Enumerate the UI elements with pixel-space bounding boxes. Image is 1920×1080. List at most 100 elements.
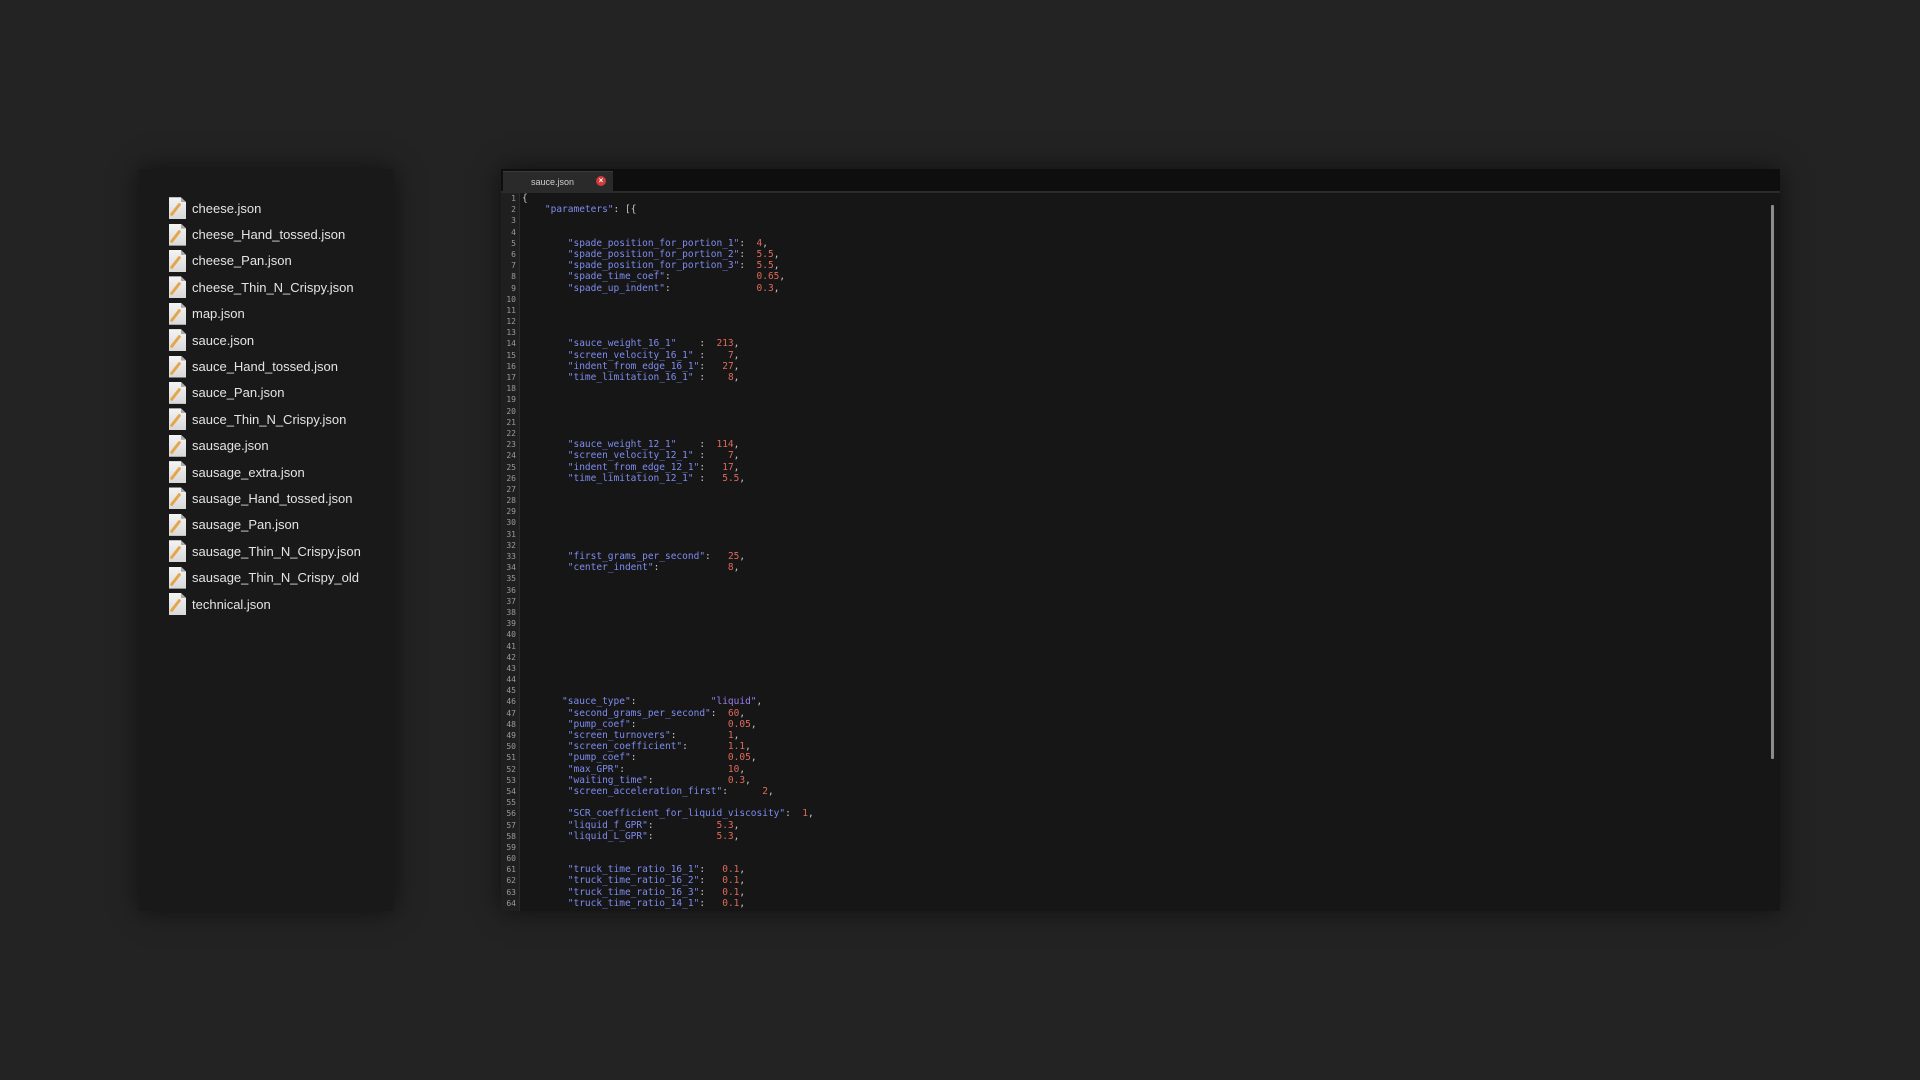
line-number: 32 — [506, 540, 516, 550]
file-name: cheese_Pan.json — [192, 253, 292, 269]
line-number: 20 — [506, 406, 516, 416]
line-number: 58 — [506, 831, 516, 841]
line-number: 4 — [511, 227, 516, 237]
file-item[interactable]: sauce_Hand_tossed.json — [169, 353, 361, 379]
file-item[interactable]: sauce_Pan.json — [169, 380, 361, 406]
file-item[interactable]: sausage_Pan.json — [169, 512, 361, 538]
code-area[interactable]: { "parameters": [{ "spade_position_for_p… — [522, 193, 1762, 911]
code-line: "screen_velocity_16_1" : 7, — [567, 349, 740, 361]
line-number: 35 — [506, 574, 516, 584]
file-item[interactable]: sausage_extra.json — [169, 459, 361, 485]
vertical-scrollbar[interactable] — [1771, 205, 1774, 759]
file-item[interactable]: sauce_Thin_N_Crispy.json — [169, 406, 361, 432]
line-number: 37 — [506, 596, 516, 606]
line-number: 29 — [506, 507, 516, 517]
file-name: cheese_Hand_tossed.json — [192, 227, 346, 243]
file-icon — [169, 487, 186, 510]
file-item[interactable]: sauce.json — [169, 327, 361, 353]
code-line: "SCR_coefficient_for_liquid_viscosity": … — [567, 808, 814, 820]
file-icon — [169, 566, 186, 589]
line-number: 18 — [506, 384, 516, 394]
line-number-gutter: 1 2 3 4 5 6 7 8 9 10 11 12 13 14 15 16 17 18 19 20 21 22 23 24 2… — [501, 193, 520, 911]
code-line: "liquid_L_GPR": 5.3, — [567, 830, 740, 842]
file-item[interactable]: sausage_Thin_N_Crispy.json — [169, 538, 361, 564]
line-number: 33 — [506, 552, 516, 561]
file-name: sausage.json — [192, 438, 269, 454]
file-item[interactable]: cheese_Pan.json — [169, 248, 361, 274]
code-line: "pump_coef": 0.05, — [567, 718, 757, 730]
line-number: 53 — [506, 775, 516, 785]
line-number: 39 — [506, 619, 516, 629]
line-number: 7 — [511, 261, 516, 271]
line-number: 34 — [506, 563, 516, 573]
tab-sauce-json[interactable]: sauce.json × — [503, 171, 613, 191]
file-name: sausage_extra.json — [192, 464, 305, 480]
code-line: "pump_coef": 0.05, — [567, 752, 757, 764]
file-name: technical.json — [192, 596, 271, 612]
file-item[interactable]: cheese.json — [169, 195, 361, 221]
code-editor: sauce.json × 1 2 3 4 5 6 7 8 9 10 11 12 13 14 15 16 17 18… — [501, 169, 1780, 911]
line-number: 43 — [506, 663, 516, 673]
line-number: 65 — [501, 909, 519, 911]
file-item[interactable]: cheese_Hand_tossed.json — [169, 221, 361, 247]
line-number: 1 — [511, 194, 516, 203]
file-icon — [169, 513, 186, 536]
line-number: 17 — [506, 373, 516, 382]
tab-label: sauce.json — [531, 176, 575, 187]
line-number: 42 — [506, 652, 516, 662]
line-number: 9 — [511, 283, 516, 293]
line-number: 5 — [511, 238, 516, 248]
line-number: 64 — [506, 898, 516, 908]
file-item[interactable]: sausage.json — [169, 433, 361, 459]
line-number: 21 — [506, 417, 516, 427]
file-item[interactable]: sausage_Thin_N_Crispy_old — [169, 564, 361, 590]
code-line: "indent_from_edge_16_1": 27, — [567, 360, 740, 372]
line-number: 51 — [506, 753, 516, 763]
code-line: "spade_up_indent": 0.3, — [567, 282, 780, 294]
line-number: 40 — [506, 630, 516, 640]
file-icon — [169, 329, 186, 352]
code-line: "time_limitation_16_1" : 8, — [567, 372, 740, 383]
code-line: "indent_from_edge_12_1": 17, — [567, 461, 740, 473]
line-number: 26 — [506, 473, 516, 483]
close-icon[interactable]: × — [596, 176, 606, 186]
file-name: sausage_Thin_N_Crispy.json — [192, 543, 361, 559]
line-number: 25 — [506, 462, 516, 472]
file-item[interactable]: cheese_Thin_N_Crispy.json — [169, 274, 361, 300]
line-number: 13 — [506, 328, 516, 338]
file-name: cheese.json — [192, 200, 262, 216]
file-name: cheese_Thin_N_Crispy.json — [192, 279, 354, 295]
code-line: "sauce_weight_12_1" : 114, — [567, 439, 740, 451]
line-number: 14 — [506, 339, 516, 349]
file-name: sausage_Pan.json — [192, 517, 299, 533]
code-line: "liquid_f_GPR": 5.3, — [567, 819, 740, 831]
code-line: "screen_coefficient": 1.1, — [567, 741, 751, 753]
tab-bar: sauce.json × — [501, 169, 1780, 191]
code-line: "screen_turnovers": 1, — [567, 730, 740, 741]
file-item[interactable]: sausage_Hand_tossed.json — [169, 485, 361, 511]
line-number: 46 — [506, 697, 516, 707]
line-number: 24 — [506, 451, 516, 461]
file-item[interactable]: map.json — [169, 301, 361, 327]
file-item[interactable]: technical.json — [169, 591, 361, 617]
code-line: "sauce_weight_16_1" : 213, — [567, 338, 740, 350]
line-number: 27 — [506, 484, 516, 494]
file-icon — [169, 593, 186, 616]
